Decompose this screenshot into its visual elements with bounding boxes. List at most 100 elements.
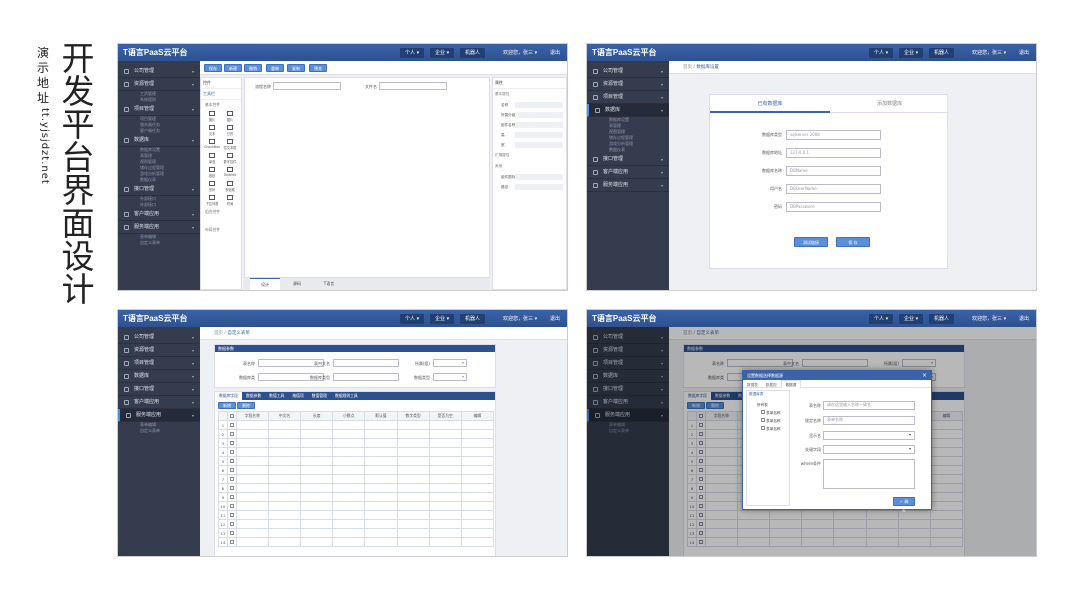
nav-personal[interactable]: 个人 ▾ [400,314,425,324]
palette-widget[interactable]: 图片 [221,110,239,123]
palette-sub[interactable]: 工具栏 [201,89,241,100]
table-cell[interactable] [235,420,269,430]
grid-add-button[interactable]: 新增 [218,402,236,409]
grid-tab[interactable]: 格值项 [288,392,307,400]
form-input[interactable] [333,373,399,381]
palette-widget[interactable]: 日历 [221,124,239,137]
table-cell[interactable] [235,465,269,475]
row-checkbox[interactable] [229,512,234,517]
nav-robot[interactable]: 机器人 [929,48,955,58]
table-cell[interactable] [332,438,366,448]
logout-link[interactable]: 退出 [1019,315,1029,322]
prop-input[interactable] [515,132,563,138]
table-cell[interactable] [428,438,462,448]
sidebar-item-1[interactable]: 资源管理 ▾ [118,78,200,91]
table-cell[interactable] [460,447,495,457]
form-input-2[interactable] [379,82,447,90]
table-cell[interactable] [267,456,302,466]
sidebar-item-6[interactable]: 服务端应用 ▾ [118,221,200,234]
checkbox[interactable] [761,418,765,422]
row-checkbox[interactable] [229,503,234,508]
demo-url[interactable]: tt.yjsjdzt.net [39,108,50,185]
dialog-tab[interactable]: 数据视 [762,381,781,389]
table-cell[interactable] [396,465,430,475]
table-cell[interactable] [300,528,334,538]
table-cell[interactable] [332,456,366,466]
dialog-tab[interactable]: 数据表 [743,381,762,389]
table-cell[interactable] [332,537,366,547]
checkbox[interactable] [761,410,765,414]
palette-widget[interactable]: 多选框 [221,180,239,193]
palette-widget[interactable]: 富文本框 [221,138,239,151]
table-cell[interactable] [396,474,430,484]
table-cell[interactable] [364,510,398,520]
table-cell[interactable] [428,501,462,511]
row-checkbox[interactable] [229,449,234,454]
row-checkbox[interactable] [229,494,234,499]
tb-save-button[interactable]: 保存 [204,64,222,72]
tb-preview-button[interactable]: 预览 [309,64,327,72]
checkbox[interactable] [761,426,765,430]
table-cell[interactable] [428,456,462,466]
table-cell[interactable] [460,510,495,520]
table-cell[interactable] [460,456,495,466]
palette-widget[interactable]: 单选 [203,152,221,165]
table-cell[interactable] [267,501,302,511]
sidebar-item-1[interactable]: 资源管理 ▾ [118,344,200,357]
form-select[interactable]: ▾ [433,373,467,381]
user-menu[interactable]: 欢迎您，张三 ▾ [503,49,537,56]
table-cell[interactable] [364,492,398,502]
table-cell[interactable] [460,474,495,484]
row-checkbox[interactable] [229,431,234,436]
sidebar-item-3[interactable]: 数据库 ▾ [118,370,200,383]
table-cell[interactable] [396,483,430,493]
palette-widget[interactable]: 数字控件 [221,152,239,165]
test-connection-button[interactable]: 测试链接 [794,237,828,247]
table-cell[interactable] [332,483,366,493]
table-cell[interactable] [332,501,366,511]
table-cell[interactable] [300,456,334,466]
nav-company[interactable]: 企业 ▾ [899,314,924,324]
table-cell[interactable] [300,429,334,439]
table-cell[interactable] [267,474,302,484]
table-cell[interactable] [428,537,462,547]
nav-personal[interactable]: 个人 ▾ [400,48,425,58]
table-cell[interactable] [460,483,495,493]
save-button[interactable]: 保 存 [836,237,870,247]
table-cell[interactable] [364,501,398,511]
table-cell[interactable] [396,447,430,457]
table-cell[interactable] [428,447,462,457]
sidebar-item-5[interactable]: 客户端应用 ▾ [118,396,200,409]
table-cell[interactable] [300,465,334,475]
table-cell[interactable] [267,483,302,493]
table-cell[interactable] [428,492,462,502]
user-menu[interactable]: 欢迎您，张三 ▾ [972,315,1006,322]
palette-widget[interactable]: 形状 [203,180,221,193]
palette-widget[interactable]: 下拉列表 [203,194,221,207]
table-cell[interactable] [364,438,398,448]
table-cell[interactable] [460,420,495,430]
tab-source[interactable]: 源码 [282,278,312,290]
tab-add-db[interactable]: 添加数据库 [830,95,949,113]
dialog-tab[interactable]: 数据源 [780,380,802,388]
db-field-input[interactable]: sqlserver 2008 [786,130,881,140]
where-textarea[interactable] [823,459,915,489]
table-cell[interactable] [364,429,398,439]
row-checkbox[interactable] [229,476,234,481]
table-cell[interactable] [235,483,269,493]
table-cell[interactable] [300,519,334,529]
tree-root[interactable]: 所有表 [747,402,789,409]
row-checkbox[interactable] [229,440,234,445]
nav-company[interactable]: 企业 ▾ [430,48,455,58]
table-cell[interactable] [364,456,398,466]
table-cell[interactable] [235,429,269,439]
prop-input[interactable] [515,102,563,108]
prop-input[interactable] [515,112,563,118]
table-cell[interactable] [235,474,269,484]
table-cell[interactable] [235,456,269,466]
table-cell[interactable] [235,492,269,502]
table-cell[interactable] [235,537,269,547]
row-checkbox[interactable] [229,422,234,427]
table-cell[interactable] [267,528,302,538]
grid-delete-button[interactable]: 删除 [237,402,255,409]
